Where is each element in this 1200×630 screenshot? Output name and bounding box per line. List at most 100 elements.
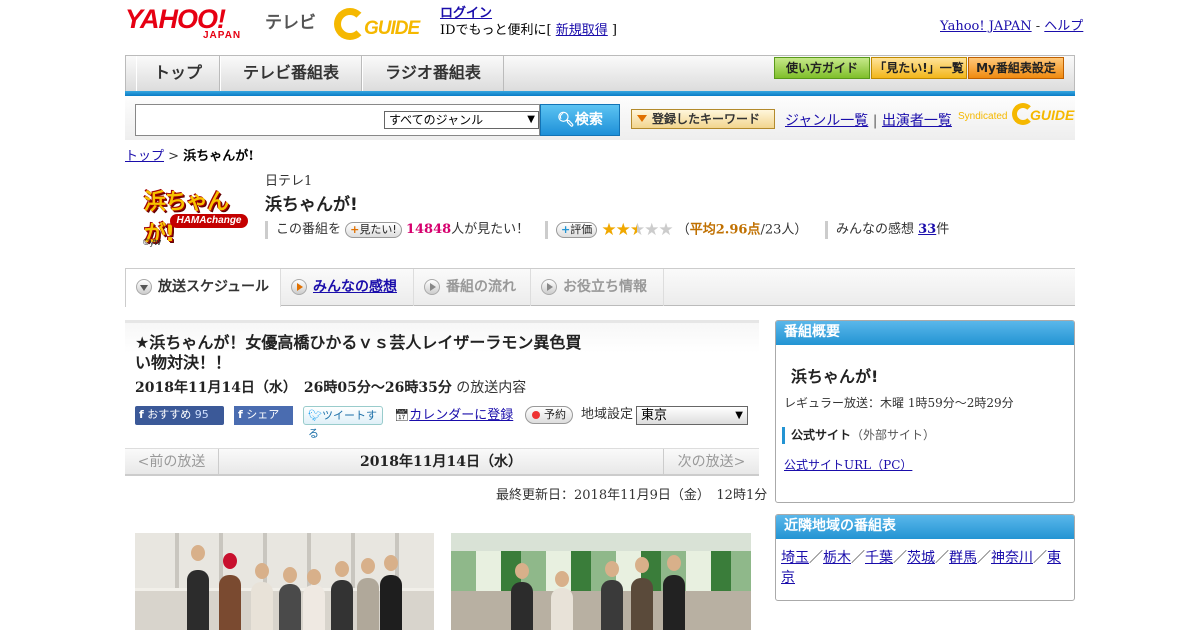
person-head <box>635 557 649 573</box>
rating-stars: ★★★★★ <box>601 220 673 240</box>
episode-date-suffix: の放送内容 <box>451 380 527 396</box>
program-overview-box: 番組概要 浜ちゃんが! レギュラー放送：木曜 1時59分～2時29分 公式サイト… <box>775 320 1075 503</box>
breadcrumb-top[interactable]: トップ <box>125 149 164 164</box>
region-link-chiba[interactable]: 千葉 <box>865 550 893 566</box>
star-empty-icon: ★ <box>658 220 673 240</box>
reviews-count-link[interactable]: 33 <box>918 222 936 237</box>
nav-tab-tv-schedule[interactable]: テレビ番組表 <box>220 56 362 91</box>
gguide-logo-text: GUIDE <box>364 18 420 39</box>
next-broadcast-link[interactable]: 次の放送> <box>663 449 759 475</box>
search-links: ジャンル一覧 | 出演者一覧 <box>785 110 952 130</box>
rating-stat: +評価 ★★★★★ （平均2.96点/23人） <box>545 221 807 239</box>
facebook-recommend-button[interactable]: f おすすめ 95 <box>135 406 224 425</box>
episode-datetime: 2018年11月14日（水） 26時05分～26時35分 <box>135 380 452 396</box>
region-separator: ／ <box>851 550 865 566</box>
share-row: f おすすめ 95 f シェア 🐦︎ツイートする 📅︎カレンダーに登録 予約 地… <box>135 406 755 440</box>
person-figure <box>303 585 325 630</box>
person-figure <box>187 570 209 630</box>
tab-arrow-icon <box>291 279 307 295</box>
top-link-separator: - <box>1031 19 1045 34</box>
nearby-regions-box: 近隣地域の番組表 埼玉／栃木／千葉／茨城／群馬／神奈川／東京 <box>775 514 1075 601</box>
twitter-bird-icon: 🐦︎ <box>308 409 322 422</box>
help-link[interactable]: ヘルプ <box>1044 19 1083 34</box>
prev-broadcast-link[interactable]: <前の放送 <box>125 449 219 475</box>
regular-broadcast: レギュラー放送：木曜 1時59分～2時29分 <box>784 396 1014 410</box>
official-site-url-link[interactable]: 公式サイトURL（PC） <box>784 456 912 473</box>
program-logo: 浜ちゃんが! HAMAchange <box>140 182 250 247</box>
region-select[interactable]: 東京 ▼ <box>636 406 748 425</box>
tab-label: お役立ち情報 <box>563 279 647 295</box>
region-link-kanagawa[interactable]: 神奈川 <box>991 550 1033 566</box>
calendar-register-link[interactable]: カレンダーに登録 <box>409 408 513 423</box>
overview-header: 番組概要 <box>776 321 1074 345</box>
copyright: ©ytv <box>143 237 162 247</box>
genre-select-value: すべてのジャンル <box>389 113 484 127</box>
syndicated-gguide-logo: Syndicated GUIDE <box>958 103 1075 127</box>
want-button-label: 見たい! <box>359 222 397 236</box>
want-list-button[interactable]: 「見たい!」一覧 <box>871 57 967 79</box>
tweet-button[interactable]: 🐦︎ツイートする <box>303 406 383 440</box>
episode-thumbnail[interactable] <box>451 533 751 630</box>
official-site-heading: 公式サイト（外部サイト） <box>782 427 935 444</box>
tv-label[interactable]: テレビ <box>265 8 316 33</box>
usage-guide-button[interactable]: 使い方ガイド <box>774 57 870 79</box>
person-figure <box>380 575 402 630</box>
nav-tab-radio-schedule[interactable]: ラジオ番組表 <box>362 56 504 91</box>
registered-keyword-button[interactable]: 登録したキーワード <box>631 109 775 129</box>
gguide-logo[interactable]: GUIDE <box>334 6 434 42</box>
yahoo-japan-logo[interactable]: YAHOO! JAPAN <box>125 6 260 42</box>
rate-button[interactable]: +評価 <box>556 222 598 238</box>
region-separator: ／ <box>893 550 907 566</box>
tab-everyone-reviews[interactable]: みんなの感想 <box>281 269 414 306</box>
star-filled-icon: ★ <box>601 220 616 240</box>
nearby-regions-header: 近隣地域の番組表 <box>776 515 1074 539</box>
facebook-icon: f <box>238 408 243 421</box>
want-prefix: この番組を <box>276 222 342 237</box>
tab-useful-info: お役立ち情報 <box>531 269 664 306</box>
yahoo-logo-text: YAHOO! <box>125 4 226 34</box>
rating-average: 平均2.96点 <box>689 222 761 238</box>
syndicated-logo-text: GUIDE <box>1030 107 1075 123</box>
tab-label: みんなの感想 <box>313 279 397 295</box>
region-link-ibaraki[interactable]: 茨城 <box>907 550 935 566</box>
person-head <box>384 555 398 571</box>
yahoo-japan-link[interactable]: Yahoo! JAPAN <box>940 19 1032 34</box>
region-separator: ／ <box>935 550 949 566</box>
person-head <box>605 561 619 577</box>
nav-tab-top[interactable]: トップ <box>136 56 220 91</box>
reserve-label: 予約 <box>544 408 566 421</box>
tab-label: 番組の流れ <box>446 279 516 295</box>
want-count: 14848 <box>405 222 452 237</box>
person-head <box>515 563 529 579</box>
region-links: 埼玉／栃木／千葉／茨城／群馬／神奈川／東京 <box>781 548 1071 588</box>
genre-select[interactable]: すべてのジャンル ▼ <box>384 111 539 129</box>
person-figure <box>219 575 241 630</box>
signup-link[interactable]: 新規取得 <box>556 23 608 38</box>
current-broadcast-date: 2018年11月14日（水） <box>360 454 522 470</box>
person-head <box>667 555 681 571</box>
person-figure <box>251 582 273 630</box>
region-link-tochigi[interactable]: 栃木 <box>823 550 851 566</box>
person-figure <box>511 582 533 630</box>
breadcrumb-separator: > <box>164 149 184 164</box>
facebook-share-button[interactable]: f シェア <box>234 406 293 425</box>
login-prompt-suffix: ] <box>607 23 617 38</box>
tab-arrow-icon <box>424 279 440 295</box>
region-link-gunma[interactable]: 群馬 <box>949 550 977 566</box>
region-link-saitama[interactable]: 埼玉 <box>781 550 809 566</box>
performer-list-link[interactable]: 出演者一覧 <box>882 113 952 129</box>
want-button[interactable]: +見たい! <box>345 221 402 238</box>
login-link[interactable]: ログイン <box>440 6 492 21</box>
episode-thumbnail[interactable] <box>135 533 434 630</box>
genre-list-link[interactable]: ジャンル一覧 <box>785 113 868 129</box>
star-empty-icon: ★ <box>644 220 659 240</box>
reserve-button[interactable]: 予約 <box>525 406 573 424</box>
search-button[interactable]: 🔍︎検索 <box>540 104 620 136</box>
calendar-register[interactable]: 📅︎カレンダーに登録 <box>394 406 513 425</box>
person-head <box>361 558 375 574</box>
tab-program-flow: 番組の流れ <box>414 269 531 306</box>
my-schedule-settings-button[interactable]: My番組表設定 <box>968 57 1064 79</box>
tab-broadcast-schedule[interactable]: 放送スケジュール <box>125 269 281 307</box>
person-figure <box>551 588 573 630</box>
person-head <box>307 569 321 585</box>
